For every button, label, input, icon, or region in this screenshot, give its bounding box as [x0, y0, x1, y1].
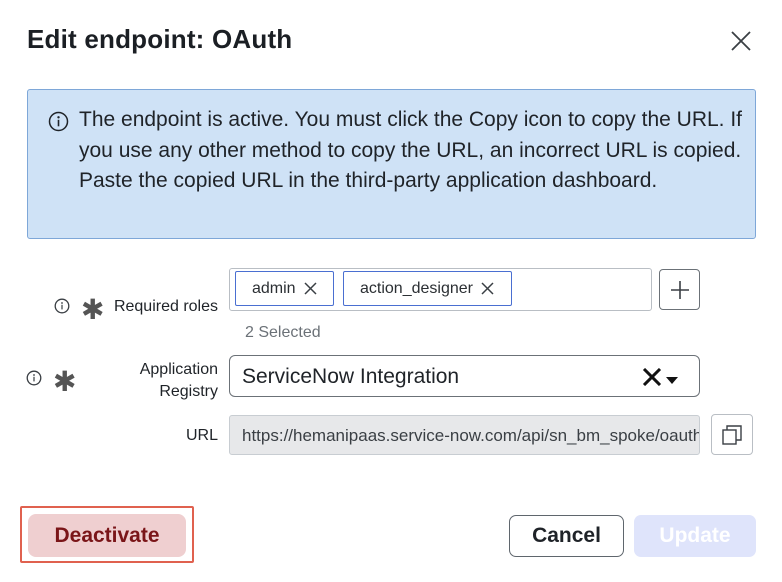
copy-icon — [722, 424, 742, 445]
alert-message: The endpoint is active. You must click t… — [79, 108, 743, 192]
role-chip-label: admin — [252, 279, 296, 297]
deactivate-button[interactable]: Deactivate — [28, 514, 186, 557]
url-label: URL — [185, 427, 218, 444]
app-registry-value: ServiceNow Integration — [242, 365, 460, 388]
required-marker: ✱ — [81, 294, 105, 325]
update-button: Update — [634, 515, 756, 557]
role-chip-label: action_designer — [360, 279, 473, 297]
add-role-button[interactable] — [659, 269, 700, 310]
role-chip-admin[interactable]: admin — [235, 271, 334, 306]
app-registry-info-icon[interactable] — [26, 370, 42, 386]
role-chip-action-designer[interactable]: action_designer — [343, 271, 512, 306]
app-registry-label: Application Registry — [108, 359, 218, 403]
url-value: https://hemanipaas.service-now.com/api/s… — [242, 426, 700, 445]
remove-chip-icon[interactable] — [304, 282, 317, 295]
required-roles-label: Required roles — [113, 298, 218, 315]
app-registry-select[interactable]: ServiceNow Integration — [229, 355, 700, 397]
copy-url-button[interactable] — [711, 414, 753, 455]
app-registry-label-line2: Registry — [159, 383, 218, 400]
roles-info-icon[interactable] — [54, 298, 70, 314]
page-title: Edit endpoint: OAuth — [27, 24, 293, 54]
clear-selection-icon[interactable] — [642, 367, 662, 391]
chevron-down-icon[interactable] — [666, 372, 678, 390]
remove-chip-icon[interactable] — [481, 282, 494, 295]
info-alert: The endpoint is active. You must click t… — [27, 89, 756, 239]
cancel-button[interactable]: Cancel — [509, 515, 624, 557]
close-icon — [731, 31, 751, 51]
url-field[interactable]: https://hemanipaas.service-now.com/api/s… — [229, 415, 700, 455]
roles-multiselect[interactable]: admin action_designer — [229, 268, 652, 311]
info-icon — [48, 111, 69, 132]
required-marker: ✱ — [53, 366, 77, 397]
selected-count: 2 Selected — [245, 324, 321, 341]
close-button[interactable] — [726, 26, 756, 56]
app-registry-label-line1: Application — [139, 361, 218, 378]
plus-icon — [670, 280, 689, 299]
